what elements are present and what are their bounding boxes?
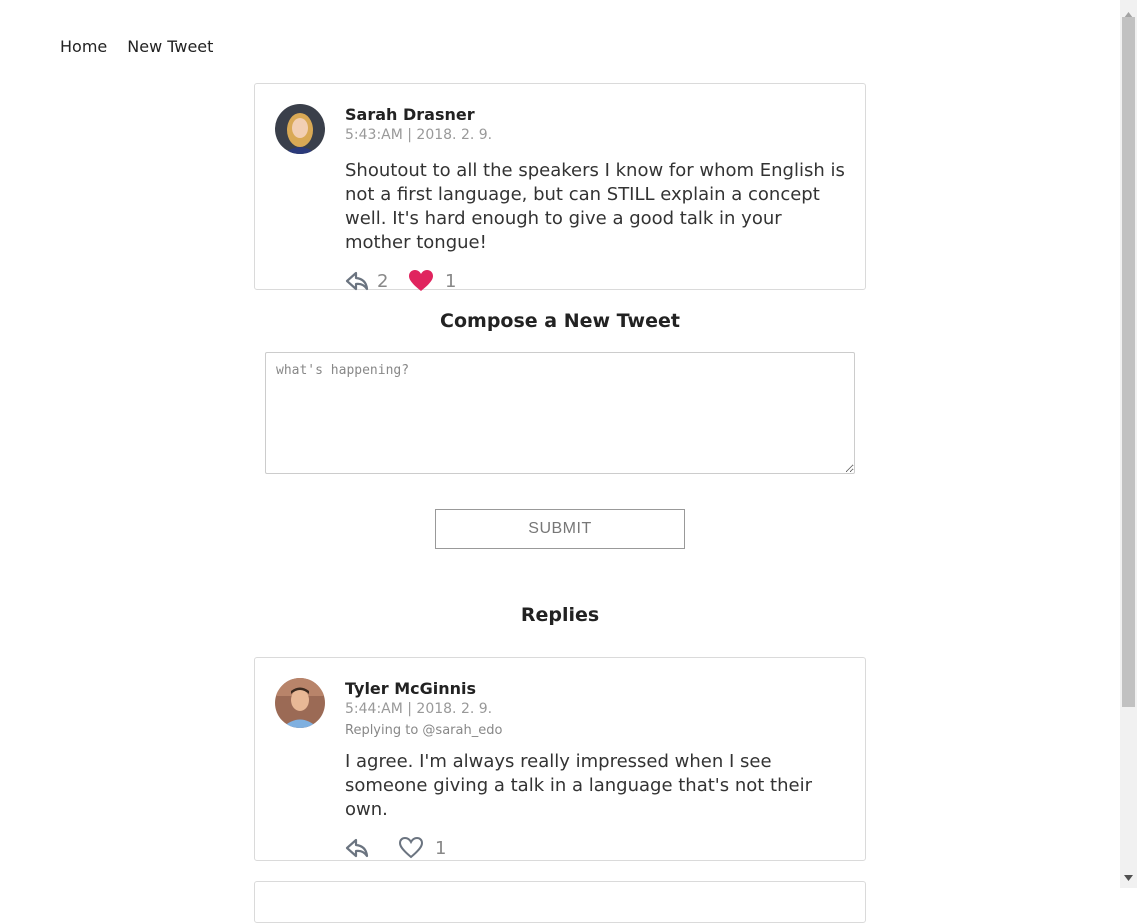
compose-title: Compose a New Tweet <box>440 310 680 332</box>
like-action[interactable]: 1 <box>409 270 456 292</box>
avatar <box>275 678 325 728</box>
reply-action[interactable]: 2 <box>345 270 409 292</box>
nav-home-link[interactable]: Home <box>60 37 107 56</box>
heart-outline-icon[interactable] <box>399 837 423 859</box>
main-tweet-card: Sarah Drasner 5:43:AM | 2018. 2. 9. Shou… <box>254 83 866 292</box>
heart-filled-icon[interactable] <box>409 270 433 292</box>
replies-title: Replies <box>520 604 600 626</box>
like-count: 1 <box>435 837 447 859</box>
reply-card: Tyler McGinnis 5:44:AM | 2018. 2. 9. Rep… <box>254 657 866 861</box>
tweet-text: Shoutout to all the speakers I know for … <box>345 160 845 253</box>
submit-button[interactable]: SUBMIT <box>435 509 685 549</box>
like-action[interactable]: 1 <box>399 837 446 859</box>
like-count: 1 <box>445 270 457 292</box>
scrollbar-thumb[interactable] <box>1122 17 1135 707</box>
reply-action[interactable] <box>345 837 399 859</box>
replying-to-label: Replying to @sarah_edo <box>345 723 503 738</box>
reply-icon[interactable] <box>345 837 369 859</box>
avatar <box>275 104 325 154</box>
tweet-timestamp: 5:44:AM | 2018. 2. 9. <box>345 701 493 717</box>
scroll-down-arrow-icon[interactable] <box>1124 866 1133 885</box>
vertical-scrollbar[interactable] <box>1120 0 1137 888</box>
nav-new-tweet-link[interactable]: New Tweet <box>127 37 213 56</box>
author-name: Tyler McGinnis <box>345 679 477 698</box>
tweet-text: I agree. I'm always really impressed whe… <box>345 751 812 820</box>
tweet-timestamp: 5:43:AM | 2018. 2. 9. <box>345 127 493 143</box>
tweet-compose-input[interactable] <box>265 352 855 474</box>
author-name: Sarah Drasner <box>345 105 475 124</box>
reply-count: 2 <box>377 270 389 292</box>
reply-card <box>254 881 866 923</box>
top-nav: Home New Tweet <box>60 37 213 56</box>
reply-icon[interactable] <box>345 270 369 292</box>
